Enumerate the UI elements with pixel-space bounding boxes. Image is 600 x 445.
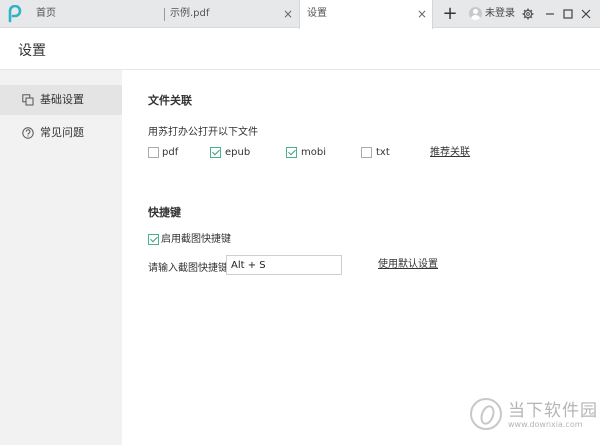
watermark-logo-icon: [470, 398, 502, 430]
tab-settings[interactable]: 设置: [299, 0, 433, 29]
sidebar-item-basic-settings[interactable]: 基础设置: [0, 85, 122, 115]
avatar-icon[interactable]: [469, 7, 482, 20]
sidebar-item-faq[interactable]: 常见问题: [0, 118, 122, 148]
tab-pdf[interactable]: 示例.pdf: [170, 0, 298, 28]
gear-icon[interactable]: [519, 4, 537, 24]
close-tab-pdf-icon[interactable]: ×: [282, 0, 294, 28]
close-window-icon[interactable]: [577, 4, 595, 24]
shortcut-title: 快捷键: [148, 206, 181, 219]
title-bar: 首页 示例.pdf × 设置 × + 未登录: [0, 0, 600, 29]
app-logo-icon: [8, 5, 22, 23]
recommend-assoc-link[interactable]: 推荐关联: [430, 147, 470, 159]
epub-checkbox-label: epub: [225, 147, 251, 158]
watermark-title: 当下软件园: [508, 401, 598, 421]
new-tab-icon[interactable]: +: [441, 4, 459, 24]
tab-separator: [164, 8, 165, 21]
watermark: 当下软件园 www.downxia.com: [470, 392, 600, 445]
pdf-checkbox[interactable]: [148, 147, 159, 158]
sidebar: 基础设置 常见问题: [0, 70, 122, 445]
tab-settings-label: 设置: [307, 8, 327, 19]
minimize-icon[interactable]: [541, 4, 559, 24]
shortcut-input[interactable]: [226, 255, 342, 275]
file-assoc-title: 文件关联: [148, 94, 192, 107]
tab-home[interactable]: 首页: [36, 0, 164, 28]
mobi-checkbox-label: mobi: [301, 147, 326, 158]
shortcut-input-label: 请输入截图快捷键: [148, 263, 228, 274]
maximize-icon[interactable]: [559, 4, 577, 24]
tab-home-label: 首页: [36, 8, 56, 19]
mobi-checkbox[interactable]: [286, 147, 297, 158]
txt-checkbox[interactable]: [361, 147, 372, 158]
page-title: 设置: [18, 43, 46, 59]
enable-shortcut-label: 启用截图快捷键: [161, 234, 231, 245]
sidebar-item-label: 基础设置: [40, 93, 84, 106]
txt-checkbox-label: txt: [376, 147, 390, 158]
tab-pdf-label: 示例.pdf: [170, 8, 210, 19]
copy-icon: [22, 94, 34, 106]
watermark-url: www.downxia.com: [508, 420, 583, 429]
enable-shortcut-checkbox[interactable]: [148, 234, 159, 245]
use-default-link[interactable]: 使用默认设置: [378, 259, 438, 271]
question-icon: [22, 127, 34, 139]
login-status[interactable]: 未登录: [485, 0, 515, 28]
close-tab-settings-icon[interactable]: ×: [416, 0, 428, 28]
sidebar-item-label: 常见问题: [40, 126, 84, 139]
epub-checkbox[interactable]: [210, 147, 221, 158]
file-assoc-subtitle: 用苏打办公打开以下文件: [148, 127, 258, 138]
pdf-checkbox-label: pdf: [162, 147, 179, 158]
